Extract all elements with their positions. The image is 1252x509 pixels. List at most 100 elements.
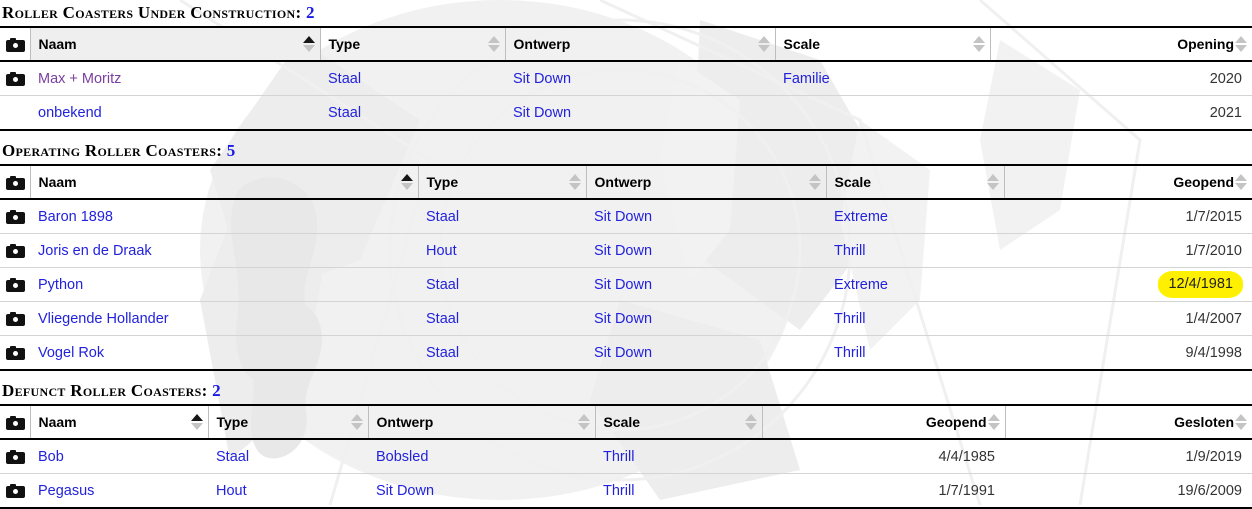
type-link[interactable]: Staal [426,345,459,361]
cell-opening: 2021 [990,96,1252,131]
type-link[interactable]: Staal [328,105,361,121]
sort-both-icon[interactable] [973,35,985,53]
column-header-scale[interactable]: Scale [775,27,990,61]
column-header-geopend[interactable]: Geopend [1004,165,1252,199]
ontwerp-link[interactable]: Sit Down [376,483,434,499]
coaster-name-link[interactable]: Max + Moritz [38,71,121,87]
sort-both-icon[interactable] [351,413,363,431]
column-header-type[interactable]: Type [208,405,368,439]
cell-geopend: 1/4/2007 [1004,302,1252,336]
camera-icon [6,450,25,464]
ontwerp-link[interactable]: Sit Down [594,209,652,225]
scale-link[interactable]: Thrill [834,243,865,259]
sort-both-icon[interactable] [578,413,590,431]
column-header-ontwerp[interactable]: Ontwerp [505,27,775,61]
scale-link[interactable]: Thrill [834,311,865,327]
type-link[interactable]: Staal [328,71,361,87]
type-link[interactable]: Hout [216,483,247,499]
type-link[interactable]: Staal [426,311,459,327]
row-camera-cell[interactable] [0,336,30,371]
coaster-name-link[interactable]: Pegasus [38,483,94,499]
cell-scale: Extreme [826,268,1004,302]
column-header-camera[interactable] [0,405,30,439]
sort-ascending-icon[interactable] [401,173,413,191]
ontwerp-link[interactable]: Bobsled [376,449,428,465]
coaster-name-link[interactable]: onbekend [38,105,102,121]
table-row: Max + Moritz Staal Sit Down Familie 2020 [0,61,1252,96]
sort-both-icon[interactable] [745,413,757,431]
table-defunct: Naam Type Ontwerp Scale [0,404,1252,509]
ontwerp-link[interactable]: Sit Down [594,243,652,259]
cell-ontwerp: Sit Down [505,61,775,96]
column-header-geopend[interactable]: Geopend [762,405,1005,439]
cell-naam: onbekend [30,96,320,131]
coaster-name-link[interactable]: Vogel Rok [38,345,104,361]
scale-link[interactable]: Extreme [834,277,888,293]
coaster-name-link[interactable]: Vliegende Hollander [38,311,169,327]
column-header-ontwerp[interactable]: Ontwerp [586,165,826,199]
scale-link[interactable]: Thrill [834,345,865,361]
cell-type: Staal [320,61,505,96]
column-header-gesloten[interactable]: Gesloten [1005,405,1252,439]
column-header-scale[interactable]: Scale [826,165,1004,199]
sort-both-icon[interactable] [488,35,500,53]
scale-link[interactable]: Extreme [834,209,888,225]
row-camera-cell[interactable] [0,268,30,302]
sort-both-icon[interactable] [987,173,999,191]
row-camera-cell[interactable] [0,439,30,474]
cell-scale [775,96,990,131]
type-link[interactable]: Hout [426,243,457,259]
highlighted-date-text: 12/4/1981 [1168,276,1233,292]
column-header-label: Scale [784,36,821,52]
section-title-defunct: Defunct Roller Coasters: 2 [0,378,1252,404]
ontwerp-link[interactable]: Sit Down [594,311,652,327]
column-header-opening[interactable]: Opening [990,27,1252,61]
column-header-camera[interactable] [0,165,30,199]
section-title-under-construction: Roller Coasters Under Construction: 2 [0,0,1252,26]
row-camera-cell[interactable] [0,199,30,234]
sort-both-icon[interactable] [569,173,581,191]
scale-link[interactable]: Familie [783,71,830,87]
column-header-type[interactable]: Type [418,165,586,199]
sort-both-icon[interactable] [1235,413,1247,431]
coaster-name-link[interactable]: Python [38,277,83,293]
column-header-type[interactable]: Type [320,27,505,61]
scale-link[interactable]: Thrill [603,449,634,465]
column-header-naam[interactable]: Naam [30,405,208,439]
cell-naam: Python [30,268,418,302]
sort-both-icon[interactable] [988,413,1000,431]
coaster-name-link[interactable]: Baron 1898 [38,209,113,225]
coaster-name-link[interactable]: Bob [38,449,64,465]
column-header-naam[interactable]: Naam [30,27,320,61]
sort-both-icon[interactable] [1235,35,1247,53]
sort-both-icon[interactable] [758,35,770,53]
ontwerp-link[interactable]: Sit Down [594,277,652,293]
row-camera-cell[interactable] [0,61,30,96]
column-header-naam[interactable]: Naam [30,165,418,199]
cell-scale: Extreme [826,199,1004,234]
row-camera-cell[interactable] [0,302,30,336]
ontwerp-link[interactable]: Sit Down [513,105,571,121]
column-header-scale[interactable]: Scale [595,405,762,439]
ontwerp-link[interactable]: Sit Down [513,71,571,87]
row-camera-cell[interactable] [0,234,30,268]
column-header-ontwerp[interactable]: Ontwerp [368,405,595,439]
cell-type: Staal [208,439,368,474]
type-link[interactable]: Staal [426,277,459,293]
type-link[interactable]: Staal [426,209,459,225]
type-link[interactable]: Staal [216,449,249,465]
sort-both-icon[interactable] [1235,173,1247,191]
row-camera-cell[interactable] [0,474,30,509]
scale-link[interactable]: Thrill [603,483,634,499]
sort-both-icon[interactable] [809,173,821,191]
table-row: Pegasus Hout Sit Down Thrill 1/7/1991 19… [0,474,1252,509]
sort-ascending-icon[interactable] [303,35,315,53]
ontwerp-link[interactable]: Sit Down [594,345,652,361]
camera-icon [6,416,25,430]
cell-opening: 2020 [990,61,1252,96]
cell-geopend: 1/7/1991 [762,474,1005,509]
sort-ascending-icon[interactable] [191,413,203,431]
coaster-name-link[interactable]: Joris en de Draak [38,243,152,259]
table-row: Vliegende Hollander Staal Sit Down Thril… [0,302,1252,336]
column-header-camera[interactable] [0,27,30,61]
